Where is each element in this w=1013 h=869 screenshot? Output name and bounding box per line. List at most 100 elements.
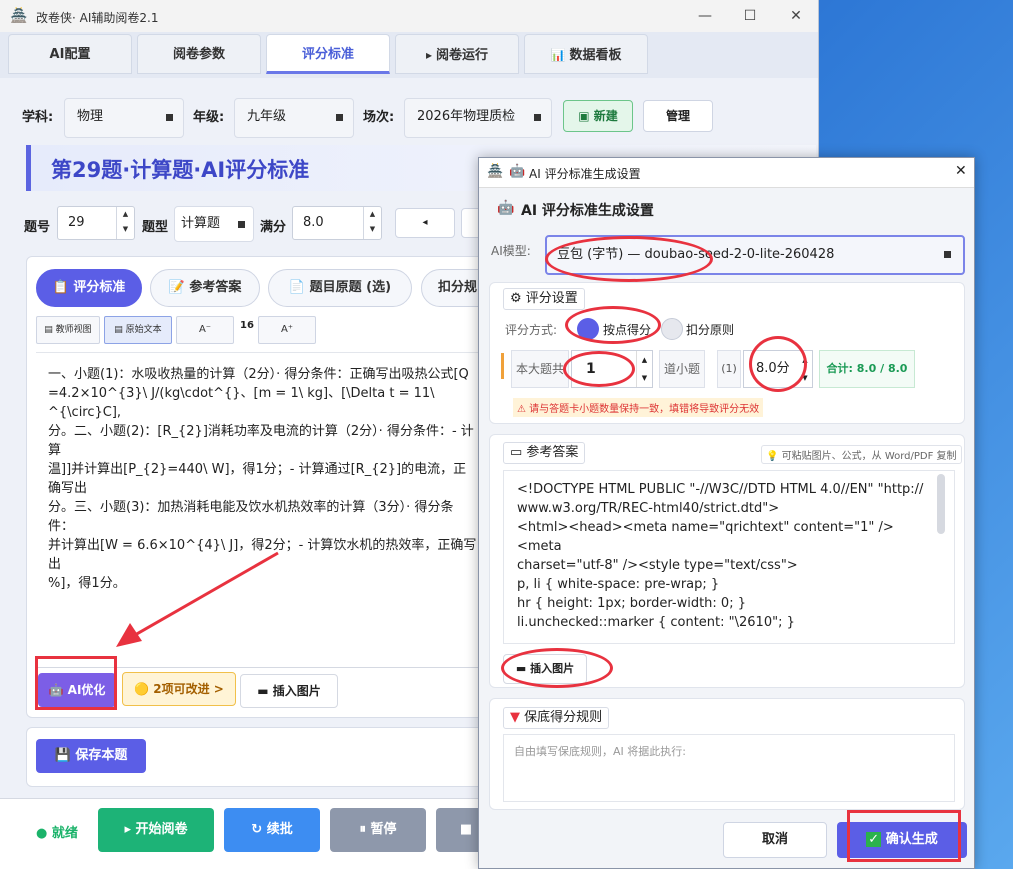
start-grading-button[interactable]: ▸ 开始阅卷 <box>98 808 214 852</box>
question-number-label: 题号 <box>24 220 51 235</box>
bar-chart-icon: 📊 <box>550 48 566 62</box>
highlight-model <box>545 236 713 282</box>
subject-select[interactable]: 物理 <box>64 98 184 138</box>
red-triangle-icon: ▼ <box>510 710 525 725</box>
memo-icon: 📝 <box>168 280 185 295</box>
score-settings-title: ⚙ 评分设置 <box>503 288 585 310</box>
tab-grading-run[interactable]: ▸ 阅卷运行 <box>395 34 519 74</box>
left-arrow-icon: ◂ <box>422 217 428 228</box>
question-type-select[interactable]: 计算题 <box>174 206 254 242</box>
gear-icon: ⚙ <box>510 291 526 306</box>
warning-icon: ⚠ <box>517 404 530 415</box>
stepper-arrows-icon[interactable]: ▲ ▼ <box>363 207 381 239</box>
scrollbar-thumb[interactable] <box>937 474 945 534</box>
fallback-rules-input[interactable]: 自由填写保底规则，AI 将据此执行: <box>503 734 955 802</box>
insert-image-button[interactable]: ▬ 插入图片 <box>240 674 338 708</box>
save-icon: 💾 <box>54 748 76 763</box>
resume-icon: ↻ <box>251 822 267 837</box>
annotation-arrow <box>116 551 279 647</box>
font-increase-button[interactable]: A⁺ <box>258 316 316 344</box>
dialog-header: AI 评分标准生成设置 <box>521 203 654 219</box>
subtab-reference-answer[interactable]: 📝 参考答案 <box>150 269 260 307</box>
sub-question-label: 道小题 <box>659 350 705 388</box>
grade-select[interactable]: 九年级 <box>234 98 354 138</box>
improvements-button[interactable]: 🟡 2项可改进 > <box>122 672 236 706</box>
paste-hint: 💡 可粘贴图片、公式，从 Word/PDF 复制 <box>761 445 962 464</box>
big-question-label: 本大题共 <box>511 350 569 388</box>
question-type-label: 题型 <box>142 220 169 235</box>
document-icon: 📄 <box>288 280 306 295</box>
reference-answer-text: <!DOCTYPE HTML PUBLIC "-//W3C//DTD HTML … <box>517 482 924 635</box>
dropdown-icon <box>534 114 541 121</box>
dropdown-icon <box>336 114 343 121</box>
highlight-sub-score <box>749 336 807 392</box>
fallback-rules-title: ▼ 保底得分规则 <box>503 707 610 729</box>
prev-question-button[interactable]: ◂ <box>395 208 455 238</box>
radio-deduct-icon[interactable] <box>661 318 683 340</box>
tab-grading-params[interactable]: 阅卷参数 <box>137 34 261 74</box>
play-icon: ▸ <box>124 822 136 837</box>
app-logo-icon: 🏯 <box>487 164 504 179</box>
page-title: 第29题·计算题·AI评分标准 <box>51 158 310 182</box>
teacher-view-icon: ▤ <box>44 325 56 335</box>
model-label: AI模型: <box>491 244 531 258</box>
stepper-arrows-icon[interactable]: ▲ ▼ <box>636 351 652 387</box>
maximize-icon[interactable]: ☐ <box>740 6 760 26</box>
status-dot-icon: ● <box>36 826 52 841</box>
pause-button[interactable]: ⏸ 暂停 <box>330 808 426 852</box>
main-tabs: AI配置 阅卷参数 评分标准 ▸ 阅卷运行 📊 数据看板 <box>0 32 818 78</box>
highlight-confirm <box>847 810 961 862</box>
robot-icon: 🤖 <box>497 200 515 216</box>
tab-dashboard[interactable]: 📊 数据看板 <box>524 34 648 74</box>
resume-button[interactable]: ↻ 续批 <box>224 808 320 852</box>
lightbulb-icon: 💡 <box>766 451 782 462</box>
dialog-title-bar: 🏯 🤖 AI 评分标准生成设置 ✕ <box>479 158 974 188</box>
option-deduct-label: 扣分原则 <box>686 323 735 337</box>
dialog-title: AI 评分标准生成设置 <box>529 167 641 181</box>
warning-message: ⚠ 请与答题卡小题数量保持一致，填错将导致评分无效 <box>513 398 764 417</box>
dropdown-icon <box>944 251 951 258</box>
exam-label: 场次: <box>363 110 395 125</box>
dropdown-icon <box>166 114 173 121</box>
save-question-button[interactable]: 💾 保存本题 <box>36 739 146 773</box>
raw-text-icon: ▤ <box>114 325 126 335</box>
message-icon: ▭ <box>510 445 527 460</box>
status-ready: ● 就绪 <box>36 826 78 841</box>
image-icon: ▬ <box>257 684 273 698</box>
subtab-original-question[interactable]: 📄 题目原题 (选) <box>268 269 412 307</box>
tab-ai-config[interactable]: AI配置 <box>8 34 132 74</box>
font-decrease-button[interactable]: A⁻ <box>176 316 234 344</box>
stepper-arrows-icon[interactable]: ▲ ▼ <box>116 207 134 239</box>
close-icon[interactable]: ✕ <box>955 163 967 179</box>
teacher-view-button[interactable]: ▤ 教师视图 <box>36 316 100 344</box>
tab-scoring-standard[interactable]: 评分标准 <box>266 34 390 74</box>
subtab-scoring-standard[interactable]: 📋 评分标准 <box>36 269 142 307</box>
subject-label: 学科: <box>22 110 54 125</box>
highlight-score-method <box>565 306 661 344</box>
cancel-button[interactable]: 取消 <box>723 822 827 858</box>
method-label: 评分方式: <box>505 323 558 337</box>
arrow-shaft <box>127 551 279 641</box>
app-logo-icon: 🏯 <box>10 8 28 24</box>
arrow-head <box>116 623 142 647</box>
warning-circle-icon: 🟡 <box>134 682 154 696</box>
full-score-stepper[interactable]: 8.0 ▲ ▼ <box>292 206 382 240</box>
highlight-insert-image <box>501 648 613 688</box>
sub-question-index: (1) <box>717 350 741 388</box>
question-number-stepper[interactable]: 29 ▲ ▼ <box>57 206 135 240</box>
full-score-label: 满分 <box>260 220 287 235</box>
robot-icon: 🤖 <box>509 164 526 179</box>
close-icon[interactable]: ✕ <box>786 6 806 26</box>
grade-label: 年级: <box>193 110 225 125</box>
font-size-value: 16 <box>240 320 254 331</box>
highlight-ai-optimize <box>35 656 117 710</box>
manage-button[interactable]: 管理 <box>643 100 713 132</box>
title-bar: 🏯 改卷侠· AI辅助阅卷2.1 — ☐ ✕ <box>0 0 818 32</box>
new-exam-button[interactable]: ▣ 新建 <box>563 100 633 132</box>
raw-text-button[interactable]: ▤ 原始文本 <box>104 316 172 344</box>
ai-standard-dialog: 🏯 🤖 AI 评分标准生成设置 ✕ 🤖 AI 评分标准生成设置 AI模型: 豆包… <box>478 157 975 869</box>
exam-select[interactable]: 2026年物理质检 <box>404 98 552 138</box>
stop-icon: ■ <box>459 822 473 837</box>
play-icon: ▸ <box>425 48 432 62</box>
minimize-icon[interactable]: — <box>695 6 715 26</box>
